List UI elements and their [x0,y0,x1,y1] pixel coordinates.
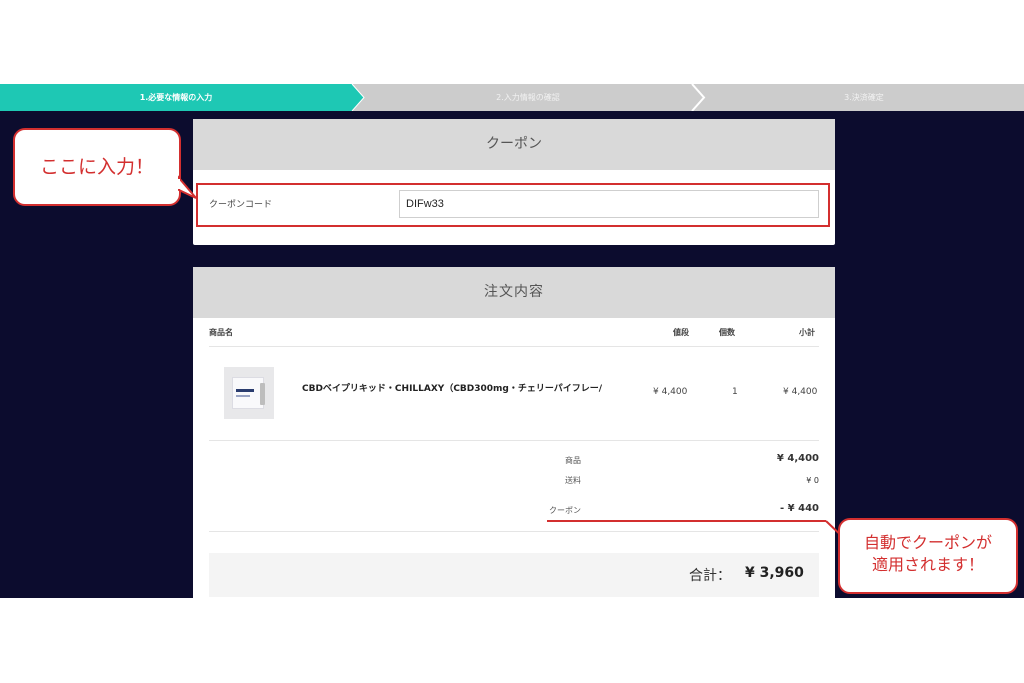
callout-right-line2: 適用されます！ [871,555,984,574]
callout-right-line1: 自動でクーポンが [863,533,992,552]
callout-coupon-applied: 自動でクーポンが 適用されます！ [838,518,1018,594]
